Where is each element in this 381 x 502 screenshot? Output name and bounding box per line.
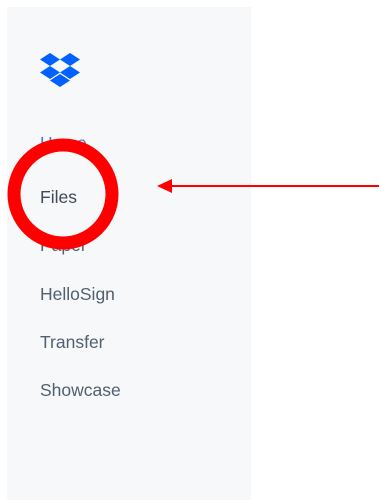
sidebar-item-paper[interactable]: Paper: [40, 235, 87, 256]
sidebar-item-files[interactable]: Files: [40, 187, 77, 208]
sidebar-item-hellosign[interactable]: HelloSign: [40, 284, 115, 305]
sidebar: Home Files Paper HelloSign Transfer Show…: [7, 7, 251, 500]
sidebar-item-transfer[interactable]: Transfer: [40, 332, 105, 353]
sidebar-item-home[interactable]: Home: [40, 133, 87, 154]
page: Home Files Paper HelloSign Transfer Show…: [0, 0, 381, 502]
sidebar-item-showcase[interactable]: Showcase: [40, 380, 121, 401]
dropbox-logo-icon[interactable]: [40, 53, 80, 87]
